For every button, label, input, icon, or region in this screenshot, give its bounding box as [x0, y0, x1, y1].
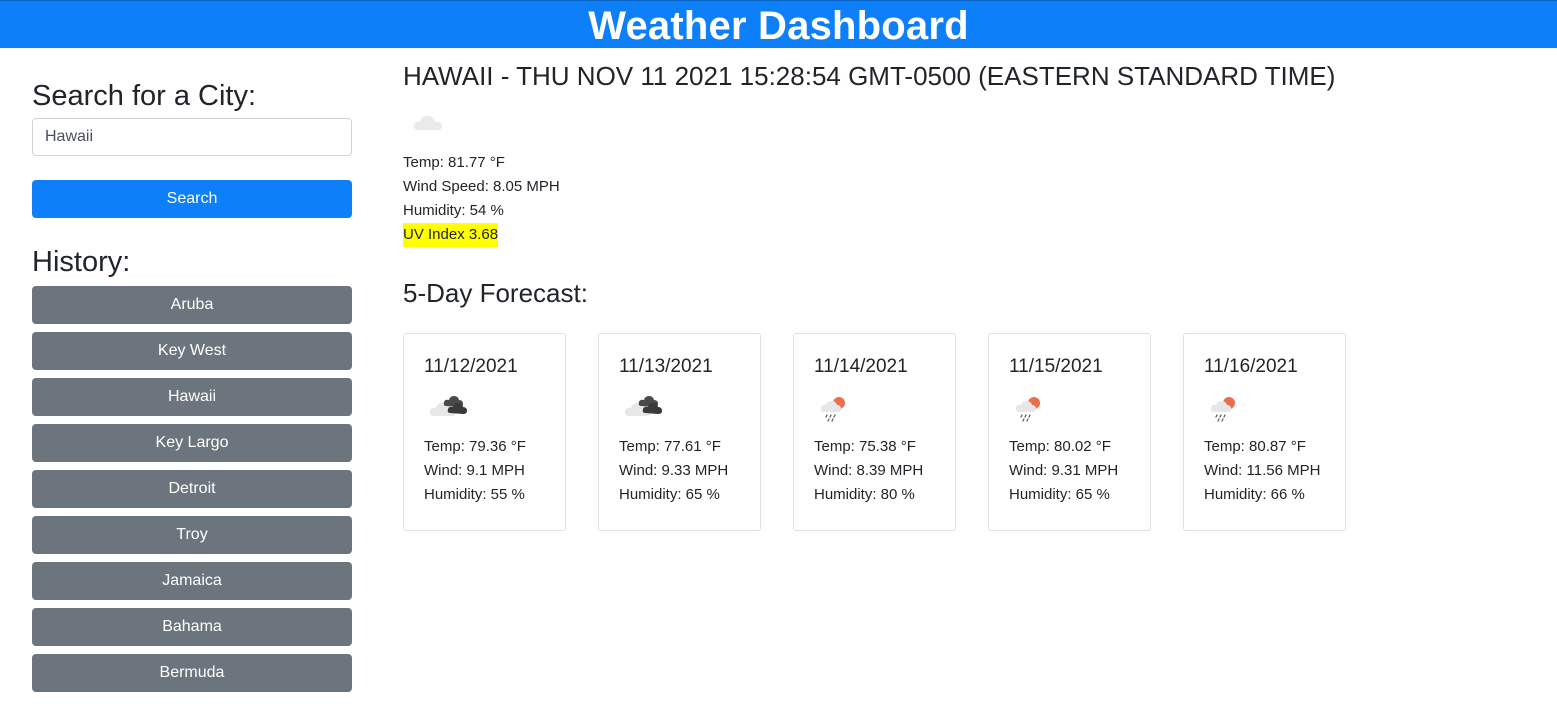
- forecast-temp: Temp: 80.02 °F: [1009, 438, 1111, 455]
- forecast-humidity: Humidity: 66 %: [1204, 486, 1305, 503]
- history-item-key-largo[interactable]: Key Largo: [32, 424, 352, 462]
- forecast-date: 11/12/2021: [424, 356, 518, 377]
- forecast-card: 11/12/2021 Temp: 79.36 °F Wind: 9.1 MPH …: [403, 333, 566, 531]
- history-item-jamaica[interactable]: Jamaica: [32, 562, 352, 600]
- forecast-card: 11/15/2021 Temp: 80.02 °F Wind: 9.31 MPH…: [988, 333, 1151, 531]
- history-list: Aruba Key West Hawaii Key Largo Detroit …: [32, 286, 352, 692]
- history-item-troy[interactable]: Troy: [32, 516, 352, 554]
- forecast-wind: Wind: 9.1 MPH: [424, 462, 525, 479]
- history-item-detroit[interactable]: Detroit: [32, 470, 352, 508]
- forecast-card: 11/16/2021 Temp: 80.87 °F Wind: 11.56 MP…: [1183, 333, 1346, 531]
- forecast-humidity: Humidity: 65 %: [1009, 486, 1110, 503]
- forecast-wind: Wind: 9.33 MPH: [619, 462, 729, 479]
- search-button[interactable]: Search: [32, 180, 352, 218]
- forecast-date: 11/15/2021: [1009, 356, 1103, 377]
- forecast-temp: Temp: 75.38 °F: [814, 438, 916, 455]
- history-item-bahama[interactable]: Bahama: [32, 608, 352, 646]
- forecast-wind: Wind: 8.39 MPH: [814, 462, 924, 479]
- history-heading: History:: [32, 246, 131, 278]
- forecast-wind: Wind: 9.31 MPH: [1009, 462, 1119, 479]
- rain-sun-icon: [814, 380, 955, 429]
- forecast-heading: 5-Day Forecast:: [403, 278, 588, 308]
- current-stats: Temp: 81.77 °F Wind Speed: 8.05 MPH Humi…: [403, 151, 1543, 247]
- history-item-key-west[interactable]: Key West: [32, 332, 352, 370]
- forecast-wind: Wind: 11.56 MPH: [1204, 462, 1321, 479]
- forecast-temp: Temp: 79.36 °F: [424, 438, 526, 455]
- cloud-icon: [403, 92, 1543, 141]
- history-item-aruba[interactable]: Aruba: [32, 286, 352, 324]
- main-content: Hawaii - Thu Nov 11 2021 15:28:54 GMT-05…: [403, 60, 1543, 531]
- forecast-date: 11/16/2021: [1204, 356, 1298, 377]
- forecast-date: 11/13/2021: [619, 356, 713, 377]
- forecast-temp: Temp: 80.87 °F: [1204, 438, 1306, 455]
- forecast-card: 11/14/2021 Temp: 75.38 °F Wind: 8.39 MPH…: [793, 333, 956, 531]
- sidebar: Search for a City: Search History: Aruba…: [32, 78, 352, 700]
- forecast-card: 11/13/2021 Temp: 77.61 °F Wind: 9.33 MPH…: [598, 333, 761, 531]
- forecast-date: 11/14/2021: [814, 356, 908, 377]
- forecast-temp: Temp: 77.61 °F: [619, 438, 721, 455]
- forecast-humidity: Humidity: 55 %: [424, 486, 525, 503]
- uv-index-badge: UV Index 3.68: [403, 223, 499, 247]
- app-header: Weather Dashboard: [0, 0, 1557, 48]
- broken-clouds-icon: [619, 380, 760, 429]
- current-humidity: Humidity: 54 %: [403, 202, 504, 219]
- forecast-humidity: Humidity: 65 %: [619, 486, 720, 503]
- history-item-bermuda[interactable]: Bermuda: [32, 654, 352, 692]
- rain-sun-icon: [1204, 380, 1345, 429]
- current-wind: Wind Speed: 8.05 MPH: [403, 178, 560, 195]
- search-heading: Search for a City:: [32, 80, 257, 112]
- city-search-input[interactable]: [32, 118, 352, 156]
- broken-clouds-icon: [424, 380, 565, 429]
- forecast-humidity: Humidity: 80 %: [814, 486, 915, 503]
- current-temp: Temp: 81.77 °F: [403, 154, 505, 171]
- current-city-title: Hawaii - Thu Nov 11 2021 15:28:54 GMT-05…: [403, 61, 1336, 91]
- history-item-hawaii[interactable]: Hawaii: [32, 378, 352, 416]
- rain-sun-icon: [1009, 380, 1150, 429]
- app-title: Weather Dashboard: [588, 4, 969, 48]
